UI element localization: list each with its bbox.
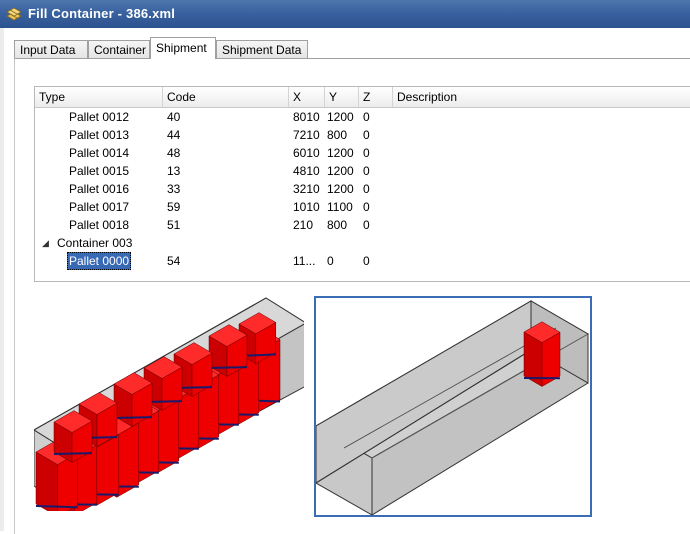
window-title: Fill Container - 386.xml bbox=[28, 6, 175, 21]
cell-y: 1100 bbox=[327, 198, 353, 216]
tree-group-row[interactable]: ◢ Container 003 bbox=[35, 234, 690, 252]
table-row[interactable]: Pallet 0015 13 4810 1200 0 bbox=[35, 162, 690, 180]
column-header-code[interactable]: Code bbox=[163, 87, 289, 107]
pallet-base bbox=[36, 506, 78, 507]
tab-input-data[interactable]: Input Data bbox=[14, 40, 88, 58]
cell-code: 33 bbox=[167, 180, 180, 198]
cell-x: 1010 bbox=[293, 198, 320, 216]
cell-code: 48 bbox=[167, 144, 180, 162]
cell-z: 0 bbox=[363, 126, 370, 144]
cell-x: 7210 bbox=[293, 126, 320, 144]
grid-header: Type Code X Y Z Description bbox=[35, 87, 690, 108]
cell-type: Pallet 0018 bbox=[69, 216, 129, 234]
cell-x: 11... bbox=[293, 252, 315, 270]
table-row[interactable]: Pallet 0014 48 6010 1200 0 bbox=[35, 144, 690, 162]
cell-code: 54 bbox=[167, 252, 180, 270]
cell-type: Pallet 0013 bbox=[69, 126, 129, 144]
expand-triangle-icon[interactable]: ◢ bbox=[42, 234, 49, 252]
shipment-grid[interactable]: Type Code X Y Z Description Pallet 0012 … bbox=[34, 86, 690, 282]
pallet-base bbox=[54, 453, 92, 454]
cell-type: Pallet 0015 bbox=[69, 162, 129, 180]
cell-code: 40 bbox=[167, 108, 180, 126]
full-container-3d-view[interactable] bbox=[34, 296, 304, 511]
pallet-base bbox=[114, 417, 152, 418]
group-label: Container 003 bbox=[57, 234, 132, 252]
cell-type: Pallet 0014 bbox=[69, 144, 129, 162]
title-bar[interactable]: Fill Container - 386.xml bbox=[0, 0, 690, 28]
cell-code: 51 bbox=[167, 216, 180, 234]
column-header-description[interactable]: Description bbox=[393, 87, 690, 107]
selected-container-3d-view[interactable] bbox=[314, 296, 592, 517]
cell-z: 0 bbox=[363, 252, 370, 270]
pallet-boxes bbox=[36, 313, 280, 511]
cell-y: 800 bbox=[327, 126, 347, 144]
table-row-selected[interactable]: Pallet 0000 54 11... 0 0 bbox=[35, 252, 690, 270]
pallet-base bbox=[209, 367, 247, 368]
cell-x: 8010 bbox=[293, 108, 320, 126]
table-row[interactable]: Pallet 0016 33 3210 1200 0 bbox=[35, 180, 690, 198]
cell-z: 0 bbox=[363, 180, 370, 198]
cell-type: Pallet 0000 bbox=[67, 252, 131, 270]
column-header-z[interactable]: Z bbox=[359, 87, 393, 107]
cell-y: 1200 bbox=[327, 162, 354, 180]
pallet-boxes bbox=[524, 322, 560, 387]
table-row[interactable]: Pallet 0018 51 210 800 0 bbox=[35, 216, 690, 234]
full-container-drawing bbox=[34, 296, 304, 511]
cell-code: 13 bbox=[167, 162, 180, 180]
cell-z: 0 bbox=[363, 144, 370, 162]
cell-y: 1200 bbox=[327, 180, 354, 198]
cell-x: 3210 bbox=[293, 180, 320, 198]
tab-strip: Input Data Container Shipment Shipment D… bbox=[14, 37, 690, 59]
cell-y: 800 bbox=[327, 216, 347, 234]
cell-type: Pallet 0012 bbox=[69, 108, 129, 126]
column-header-y[interactable]: Y bbox=[325, 87, 359, 107]
cell-x: 4810 bbox=[293, 162, 320, 180]
selected-container-drawing bbox=[316, 298, 590, 515]
cell-type: Pallet 0016 bbox=[69, 180, 129, 198]
cell-z: 0 bbox=[363, 162, 370, 180]
cell-type: Pallet 0017 bbox=[69, 198, 129, 216]
cell-code: 44 bbox=[167, 126, 180, 144]
table-row[interactable]: Pallet 0012 40 8010 1200 0 bbox=[35, 108, 690, 126]
cell-y: 0 bbox=[327, 252, 334, 270]
cell-code: 59 bbox=[167, 198, 180, 216]
table-row[interactable]: Pallet 0017 59 1010 1100 0 bbox=[35, 198, 690, 216]
column-header-type[interactable]: Type bbox=[35, 87, 163, 107]
cell-y: 1200 bbox=[327, 108, 354, 126]
cell-z: 0 bbox=[363, 108, 370, 126]
table-row[interactable]: Pallet 0013 44 7210 800 0 bbox=[35, 126, 690, 144]
column-header-x[interactable]: X bbox=[289, 87, 325, 107]
tab-shipment[interactable]: Shipment bbox=[150, 37, 216, 59]
tab-shipment-data[interactable]: Shipment Data bbox=[216, 40, 308, 58]
cell-x: 210 bbox=[293, 216, 313, 234]
cell-x: 6010 bbox=[293, 144, 320, 162]
cell-z: 0 bbox=[363, 216, 370, 234]
cell-z: 0 bbox=[363, 198, 370, 216]
cell-y: 1200 bbox=[327, 144, 354, 162]
window-left-edge bbox=[0, 28, 4, 531]
container-app-icon bbox=[6, 6, 22, 22]
tab-container[interactable]: Container bbox=[88, 40, 150, 58]
